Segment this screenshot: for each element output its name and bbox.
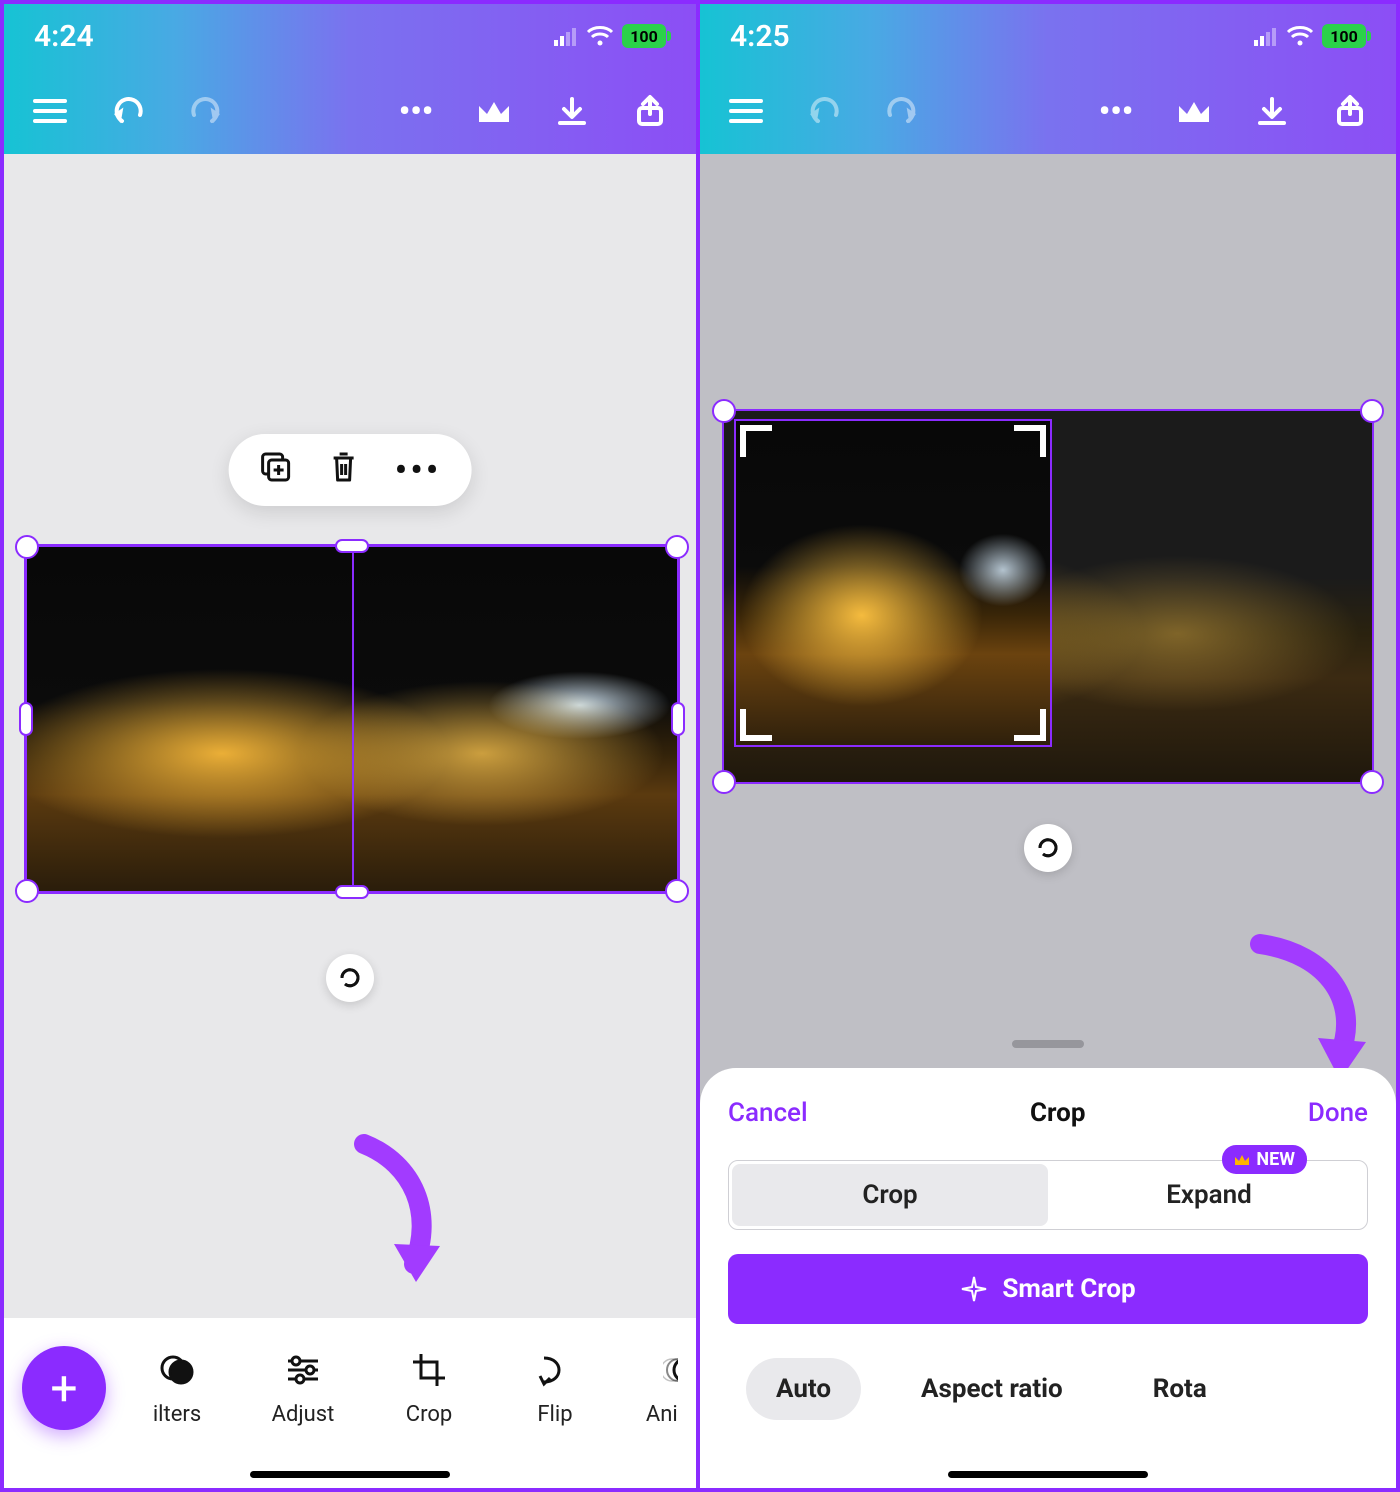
- crop-corner-bl[interactable]: [740, 709, 772, 741]
- battery-icon: 100: [1322, 24, 1366, 48]
- crop-icon: [411, 1350, 447, 1390]
- crop-image-bounds[interactable]: [722, 409, 1374, 784]
- tool-animate[interactable]: Animat: [618, 1350, 678, 1427]
- new-badge: NEW: [1222, 1145, 1307, 1174]
- resize-handle-tr[interactable]: [665, 535, 689, 559]
- cellular-icon: [554, 19, 578, 54]
- segment-crop[interactable]: Crop: [732, 1164, 1048, 1226]
- new-badge-label: NEW: [1256, 1149, 1295, 1170]
- tool-filters[interactable]: ilters: [114, 1350, 240, 1427]
- resize-handle-tr[interactable]: [1360, 399, 1384, 423]
- segment-expand[interactable]: Expand: [1051, 1161, 1367, 1229]
- crown-icon[interactable]: [1172, 89, 1216, 133]
- selected-image[interactable]: [24, 544, 680, 894]
- menu-icon[interactable]: [724, 89, 768, 133]
- adjust-icon: [284, 1350, 322, 1390]
- bottom-toolbar: + ilters Adjust Crop: [4, 1318, 696, 1488]
- home-indicator[interactable]: [948, 1471, 1148, 1478]
- rotate-button[interactable]: [1024, 824, 1072, 872]
- smart-crop-button[interactable]: Smart Crop: [728, 1254, 1368, 1324]
- tool-label: Adjust: [272, 1402, 335, 1427]
- share-icon[interactable]: [1328, 89, 1372, 133]
- rotate-button[interactable]: [326, 954, 374, 1002]
- tool-label: Crop: [406, 1402, 452, 1427]
- cellular-icon: [1254, 19, 1278, 54]
- crop-corner-br[interactable]: [1014, 709, 1046, 741]
- tab-rotate[interactable]: Rota: [1123, 1358, 1237, 1420]
- share-icon[interactable]: [628, 89, 672, 133]
- sheet-title: Crop: [1030, 1098, 1085, 1128]
- crop-corner-tl[interactable]: [740, 425, 772, 457]
- status-icons: 100: [554, 19, 666, 54]
- duplicate-icon[interactable]: [259, 450, 293, 490]
- sheet-grabber[interactable]: [1012, 1040, 1084, 1048]
- crop-sheet: Cancel Crop Done Crop Expand NEW Smart C…: [700, 1068, 1396, 1488]
- undo-icon[interactable]: [802, 89, 846, 133]
- menu-icon[interactable]: [28, 89, 72, 133]
- wifi-icon: [1286, 19, 1314, 54]
- download-icon[interactable]: [550, 89, 594, 133]
- tool-label: Animat: [646, 1402, 678, 1427]
- crown-icon[interactable]: [472, 89, 516, 133]
- resize-handle-tl[interactable]: [712, 399, 736, 423]
- flip-icon: [538, 1350, 572, 1390]
- screenshot-right: 4:25 100: [700, 4, 1396, 1488]
- smart-crop-label: Smart Crop: [1002, 1274, 1135, 1304]
- status-bar: 4:24 100: [4, 4, 696, 68]
- resize-handle-br[interactable]: [665, 879, 689, 903]
- context-more-icon[interactable]: •••: [395, 452, 442, 488]
- resize-edge-top[interactable]: [335, 539, 369, 553]
- undo-icon[interactable]: [106, 89, 150, 133]
- tool-label: Flip: [537, 1402, 572, 1427]
- crop-corner-tr[interactable]: [1014, 425, 1046, 457]
- sparkle-icon: [960, 1275, 988, 1303]
- home-indicator[interactable]: [250, 1471, 450, 1478]
- redo-icon[interactable]: [880, 89, 924, 133]
- cancel-button[interactable]: Cancel: [728, 1098, 808, 1128]
- screenshot-left: 4:24 100: [4, 4, 700, 1488]
- crown-icon: [1234, 1153, 1250, 1167]
- tool-adjust[interactable]: Adjust: [240, 1350, 366, 1427]
- resize-handle-bl[interactable]: [712, 770, 736, 794]
- more-icon[interactable]: •••: [1094, 89, 1138, 133]
- crop-selection[interactable]: [734, 419, 1052, 747]
- trash-icon[interactable]: [329, 450, 359, 490]
- clock: 4:25: [730, 19, 790, 54]
- redo-icon[interactable]: [184, 89, 228, 133]
- tool-flip[interactable]: Flip: [492, 1350, 618, 1427]
- status-bar: 4:25 100: [700, 4, 1396, 68]
- tool-label: ilters: [153, 1402, 201, 1427]
- tab-auto[interactable]: Auto: [746, 1358, 861, 1420]
- wifi-icon: [586, 19, 614, 54]
- more-icon[interactable]: •••: [394, 89, 438, 133]
- clock: 4:24: [34, 19, 94, 54]
- resize-edge-bottom[interactable]: [335, 885, 369, 899]
- filters-icon: [159, 1350, 195, 1390]
- resize-handle-br[interactable]: [1360, 770, 1384, 794]
- resize-handle-bl[interactable]: [15, 879, 39, 903]
- battery-icon: 100: [622, 24, 666, 48]
- crop-tabs: Auto Aspect ratio Rota: [718, 1358, 1378, 1420]
- annotation-arrow: [354, 1134, 474, 1308]
- tab-aspect-ratio[interactable]: Aspect ratio: [891, 1358, 1093, 1420]
- done-button[interactable]: Done: [1308, 1098, 1368, 1128]
- tool-crop[interactable]: Crop: [366, 1350, 492, 1427]
- center-guide: [352, 547, 354, 891]
- app-toolbar: •••: [700, 68, 1396, 154]
- context-menu: •••: [229, 434, 472, 506]
- add-button[interactable]: +: [22, 1346, 106, 1430]
- resize-edge-left[interactable]: [19, 702, 33, 736]
- resize-handle-tl[interactable]: [15, 535, 39, 559]
- mode-segmented: Crop Expand NEW: [728, 1160, 1368, 1230]
- download-icon[interactable]: [1250, 89, 1294, 133]
- image-bright: [736, 421, 1050, 745]
- status-icons: 100: [1254, 19, 1366, 54]
- animate-icon: [663, 1350, 678, 1390]
- app-toolbar: •••: [4, 68, 696, 154]
- resize-edge-right[interactable]: [671, 702, 685, 736]
